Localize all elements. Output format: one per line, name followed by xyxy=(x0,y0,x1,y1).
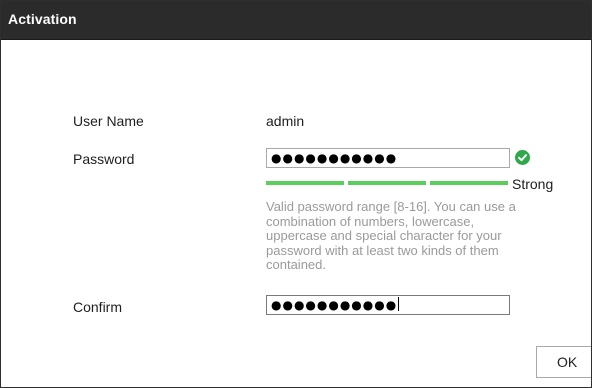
password-strength-label: Strong xyxy=(512,176,554,192)
text-caret xyxy=(398,297,400,311)
strength-segment xyxy=(266,181,344,185)
confirm-masked-value: ●●●●●●●●●●● xyxy=(271,298,398,312)
check-circle-icon xyxy=(515,150,530,165)
password-label: Password xyxy=(73,151,135,167)
password-masked-value: ●●●●●●●●●●● xyxy=(271,151,398,165)
password-field[interactable]: ●●●●●●●●●●● xyxy=(266,148,510,168)
password-strength-meter xyxy=(266,181,508,185)
ok-button[interactable]: OK xyxy=(536,346,591,378)
dialog-titlebar: Activation xyxy=(1,1,591,40)
dialog-title: Activation xyxy=(8,11,77,27)
password-hint: Valid password range [8-16]. You can use… xyxy=(266,199,516,272)
confirm-password-field[interactable]: ●●●●●●●●●●● xyxy=(266,295,510,315)
username-value: admin xyxy=(266,113,305,129)
username-label: User Name xyxy=(73,113,144,129)
activation-dialog: Activation User Name admin Password ●●●●… xyxy=(0,0,592,388)
strength-segment xyxy=(430,181,508,185)
strength-segment xyxy=(348,181,426,185)
confirm-label: Confirm xyxy=(73,299,123,315)
